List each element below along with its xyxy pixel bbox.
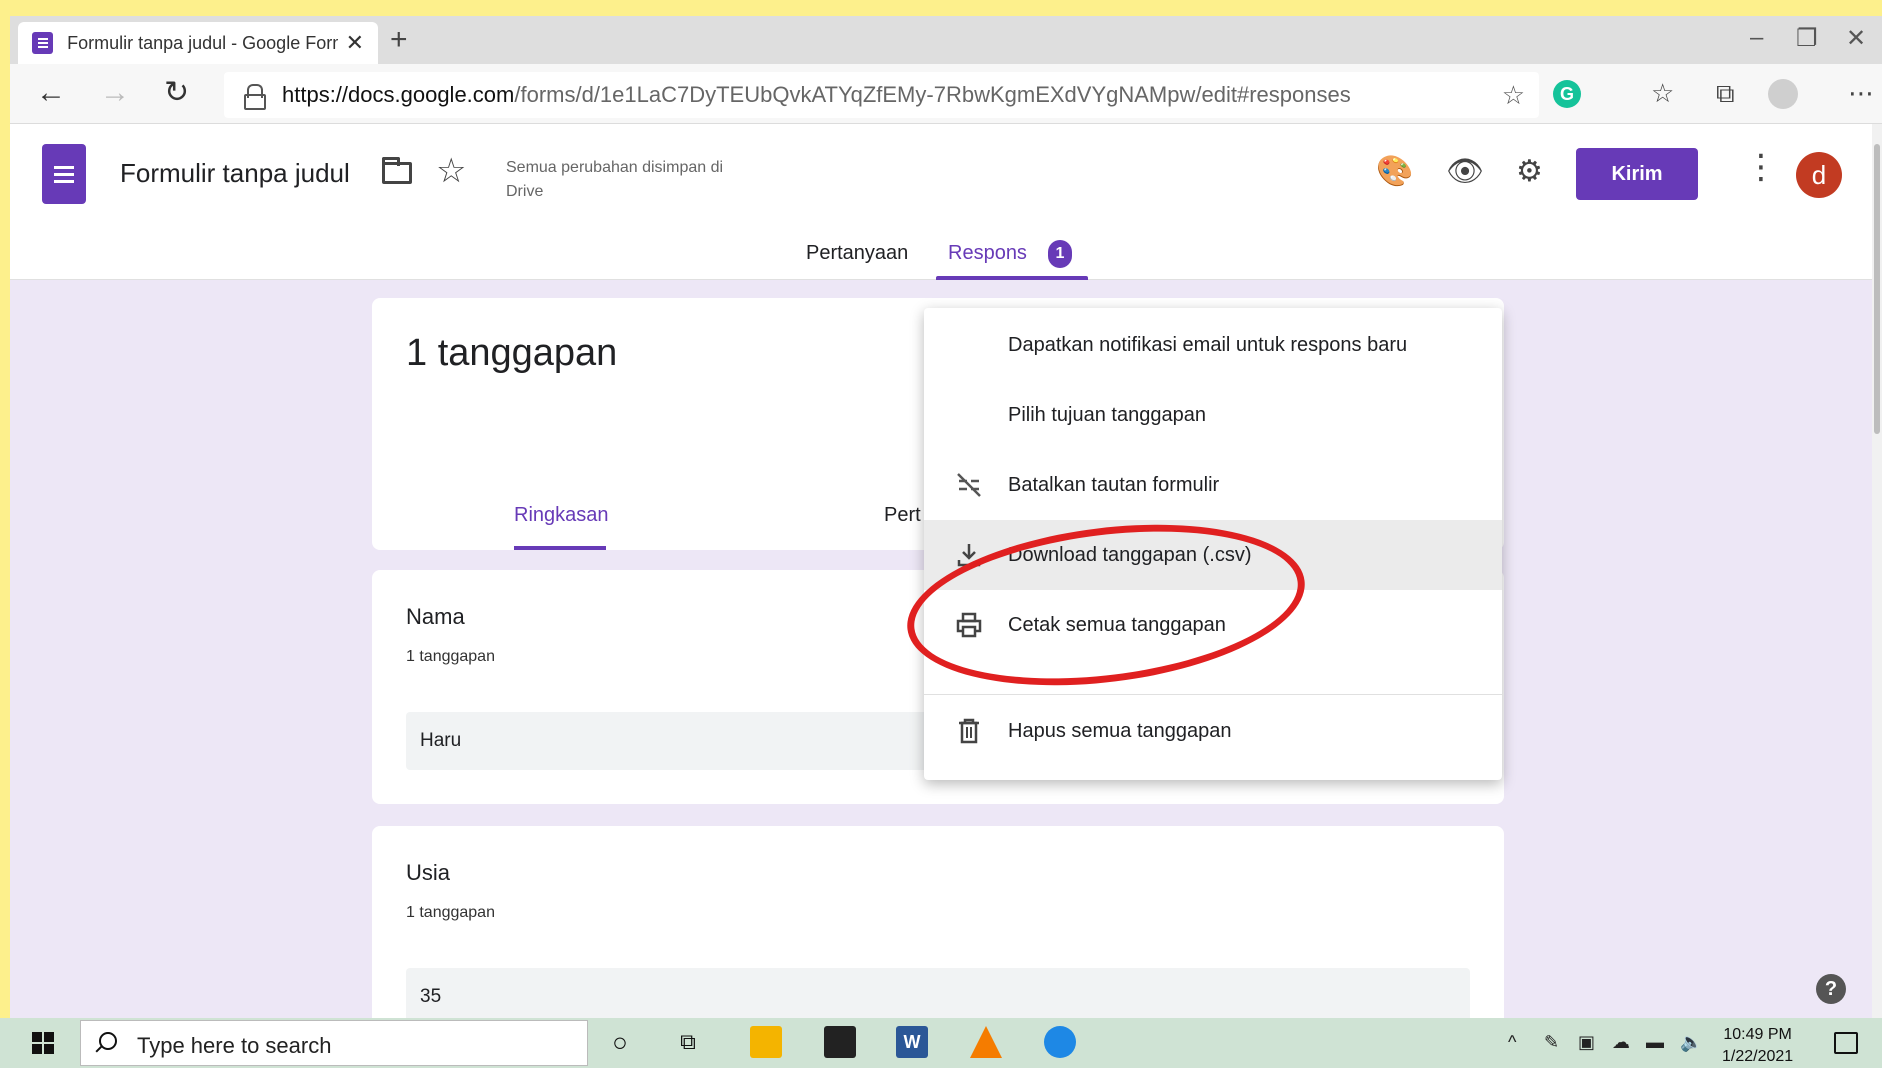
meet-now-icon[interactable]: ▣ [1578,1032,1595,1053]
question-response-count: 1 tanggapan [406,648,495,665]
taskbar-search-input[interactable]: Type here to search [80,1020,588,1066]
search-placeholder: Type here to search [137,1033,332,1058]
tab-bar: Formulir tanpa judul - Google Forms ✕ + … [10,16,1882,64]
palette-icon[interactable]: 🎨 [1376,156,1413,188]
browser-profile-icon[interactable] [1768,79,1798,109]
tab-question[interactable]: Pert [884,504,921,527]
form-tabs: Pertanyaan Respons 1 [10,236,1872,280]
browser-tab[interactable]: Formulir tanpa judul - Google Forms ✕ [18,22,378,64]
clock-date: 1/22/2021 [1722,1048,1794,1065]
tab-questions[interactable]: Pertanyaan [806,242,908,265]
menu-item-print-all[interactable]: Cetak semua tanggapan [924,590,1502,660]
volume-icon[interactable]: 🔈 [1680,1032,1702,1053]
tab-responses[interactable]: Respons [948,242,1027,265]
menu-item-label: Hapus semua tanggapan [1008,719,1232,742]
onedrive-icon[interactable]: ☁ [1612,1032,1630,1053]
lock-icon [244,84,266,110]
responses-options-menu: Dapatkan notifikasi email untuk respons … [924,308,1502,780]
notification-center-icon[interactable] [1834,1032,1858,1054]
clock-time: 10:49 PM [1723,1026,1792,1043]
restore-icon[interactable]: ❐ [1796,24,1818,53]
save-status: Semua perubahan disimpan di Drive [506,159,724,200]
menu-item-select-destination[interactable]: Pilih tujuan tanggapan [924,380,1502,450]
responses-count-badge: 1 [1048,240,1072,268]
link-off-icon [954,470,984,500]
more-vert-icon[interactable]: ⋮ [1744,150,1778,184]
minimize-icon[interactable]: – [1750,24,1763,52]
google-forms-logo-icon[interactable] [42,144,86,204]
cortana-icon[interactable]: ○ [604,1026,636,1058]
star-icon[interactable]: ☆ [436,154,466,188]
settings-gear-icon[interactable]: ⚙ [1516,156,1543,188]
url-field[interactable]: https://docs.google.com/forms/d/1e1LaC7D… [224,72,1539,118]
download-icon [954,540,984,570]
close-tab-icon[interactable]: ✕ [346,30,364,56]
back-icon[interactable]: ← [36,78,66,108]
menu-item-download-csv[interactable]: Download tanggapan (.csv) [924,520,1502,590]
help-icon[interactable]: ? [1816,974,1846,1004]
form-title[interactable]: Formulir tanpa judul [120,158,350,189]
send-button[interactable]: Kirim [1576,148,1698,200]
menu-divider [924,694,1502,695]
tab-title: Formulir tanpa judul - Google Forms [67,32,338,53]
vlc-icon[interactable] [970,1026,1002,1058]
battery-icon[interactable]: ▬ [1646,1032,1664,1053]
tab-summary[interactable]: Ringkasan [514,504,609,527]
forms-favicon-icon [32,32,54,54]
forms-header: Formulir tanpa judul ☆ Semua perubahan d… [10,124,1872,280]
question-response-count: 1 tanggapan [406,904,495,921]
browser-window: Formulir tanpa judul - Google Forms ✕ + … [10,16,1882,1018]
url-path: /forms/d/1e1LaC7DyTEUbQvkATYqZfEMy-7RbwK… [514,82,1351,107]
refresh-icon[interactable]: ↻ [164,78,189,108]
address-bar-row: ← → ↻ https://docs.google.com/forms/d/1e… [10,64,1882,124]
more-options-icon[interactable]: ⋯ [1848,78,1874,109]
trash-icon [954,716,984,746]
file-explorer-icon[interactable] [750,1026,782,1058]
print-icon [954,610,984,640]
menu-item-label: Download tanggapan (.csv) [1008,543,1252,566]
page-scrollbar[interactable] [1872,124,1882,1018]
sticky-notes-icon[interactable] [824,1026,856,1058]
menu-item-label: Dapatkan notifikasi email untuk respons … [1008,333,1408,356]
favorites-icon[interactable]: ☆ [1651,78,1674,109]
scrollbar-thumb[interactable] [1874,144,1880,434]
pen-icon[interactable]: ✎ [1544,1032,1559,1053]
windows-taskbar: Type here to search ○ ⧉ W ^ ✎ ▣ ☁ ▬ 🔈 10… [0,1018,1882,1068]
question-card: Usia 1 tanggapan 35 [372,826,1504,1018]
bookmark-star-icon[interactable]: ☆ [1502,80,1525,111]
windows-start-icon[interactable] [32,1032,54,1054]
menu-item-label: Pilih tujuan tanggapan [1008,403,1206,426]
task-view-icon[interactable]: ⧉ [672,1026,704,1058]
search-icon [99,1032,117,1050]
word-icon[interactable]: W [896,1026,928,1058]
menu-item-unlink-form[interactable]: Batalkan tautan formulir [924,450,1502,520]
show-hidden-icons-icon[interactable]: ^ [1508,1032,1516,1053]
forward-icon[interactable]: → [100,78,130,108]
response-count-title: 1 tanggapan [406,332,618,374]
collections-icon[interactable]: ⧉ [1716,78,1735,110]
question-title: Usia [406,860,451,885]
move-to-folder-icon[interactable] [382,157,412,184]
question-title: Nama [406,604,465,629]
edge-icon[interactable] [1044,1026,1076,1058]
grammarly-extension-icon[interactable]: G [1553,80,1581,108]
menu-item-label: Batalkan tautan formulir [1008,473,1220,496]
menu-item-label: Cetak semua tanggapan [1008,613,1226,636]
menu-item-email-notification[interactable]: Dapatkan notifikasi email untuk respons … [924,310,1502,380]
taskbar-clock[interactable]: 10:49 PM 1/22/2021 [1722,1024,1793,1068]
preview-eye-icon[interactable]: 👁 [1446,156,1484,188]
url-host: https://docs.google.com [282,82,515,107]
close-window-icon[interactable]: ✕ [1846,24,1866,53]
answer-value: 35 [406,968,1470,1018]
new-tab-icon[interactable]: + [390,24,408,56]
summary-tab-indicator [514,546,606,550]
avatar[interactable]: d [1796,152,1842,198]
menu-item-delete-all[interactable]: Hapus semua tanggapan [924,696,1502,766]
